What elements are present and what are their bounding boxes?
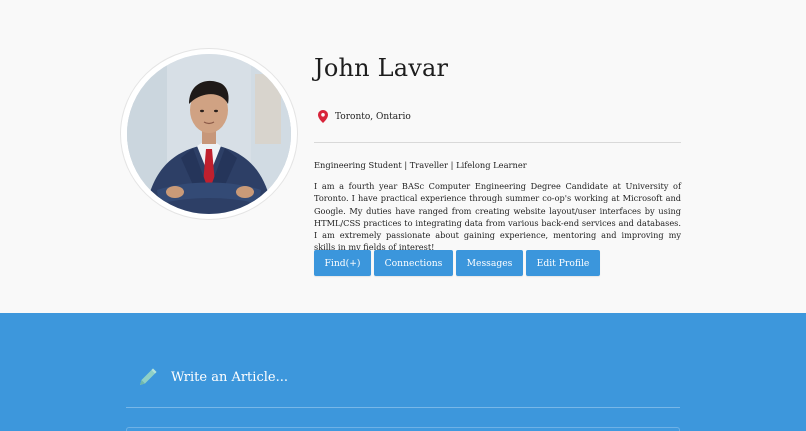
map-pin-icon — [318, 110, 328, 123]
profile-bio: I am a fourth year BASc Computer Enginee… — [314, 181, 681, 253]
write-article-label[interactable]: Write an Article... — [171, 370, 288, 385]
feed-card — [126, 427, 680, 431]
avatar-photo — [127, 54, 291, 214]
profile-name: John Lavar — [314, 54, 449, 82]
avatar-frame — [120, 48, 298, 220]
feed-section: Write an Article... — [0, 313, 806, 431]
profile-divider — [314, 142, 681, 143]
profile-header: John Lavar Toronto, Ontario Engineering … — [0, 0, 806, 313]
profile-tagline: Engineering Student | Traveller | Lifelo… — [314, 160, 527, 170]
write-article-composer[interactable]: Write an Article... — [136, 365, 288, 389]
avatar[interactable] — [127, 54, 291, 214]
messages-button[interactable]: Messages — [456, 250, 523, 276]
feed-divider — [126, 407, 680, 408]
profile-actions: Find(+) Connections Messages Edit Profil… — [314, 250, 600, 276]
edit-profile-button[interactable]: Edit Profile — [526, 250, 600, 276]
profile-page: John Lavar Toronto, Ontario Engineering … — [0, 0, 806, 431]
find-button[interactable]: Find(+) — [314, 250, 371, 276]
pencil-icon — [136, 365, 160, 389]
connections-button[interactable]: Connections — [374, 250, 453, 276]
profile-location: Toronto, Ontario — [318, 110, 411, 123]
location-text: Toronto, Ontario — [335, 111, 411, 122]
